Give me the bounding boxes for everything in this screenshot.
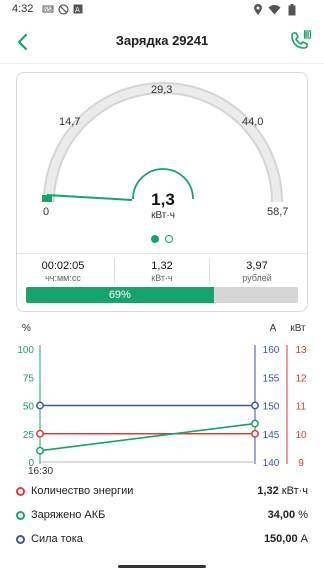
charge-progress-bar: 69%	[26, 287, 298, 303]
stat-cost-unit: рублей	[242, 273, 272, 283]
legend-battery-unit: %	[298, 509, 308, 521]
legend-current-label: Сила тока	[31, 533, 83, 545]
legend-energy-number: 1,32	[257, 485, 279, 497]
mid-axis-tick: 155	[263, 373, 280, 384]
mid-axis-tick: 140	[263, 458, 280, 469]
legend-energy-value: 1,32 кВт·ч	[257, 485, 308, 497]
legend-battery-value: 34,00 %	[268, 509, 308, 521]
stat-duration-unit: чч:мм:сс	[45, 273, 81, 283]
status-bar: 4:32 NSF A	[0, 0, 324, 18]
right-axis-tick: 11	[296, 402, 307, 413]
charging-card: 0 14,7 29,3 44,0 58,7 1,3 кВт·ч 00:02:05…	[16, 72, 308, 312]
navigation-bar	[0, 556, 324, 576]
wifi-icon	[268, 5, 281, 15]
gauge-track-inner	[45, 84, 281, 203]
legend-battery: Заряжено АКБ 34,00 %	[16, 507, 308, 527]
mid-axis-tick: 160	[263, 345, 280, 356]
left-axis-tick: 100	[17, 345, 34, 356]
legend-current: Сила тока 150,00 А	[16, 531, 308, 551]
stat-divider	[114, 258, 115, 284]
home-handle[interactable]	[118, 565, 206, 568]
left-axis-tick: 25	[23, 430, 35, 441]
phone-icon[interactable]	[288, 28, 316, 54]
legend-battery-label: Заряжено АКБ	[31, 509, 106, 521]
series-point-1-1	[251, 419, 259, 428]
left-axis-tick: 75	[23, 373, 35, 384]
series-point-2-0	[36, 401, 44, 410]
gauge-tick-2: 29,3	[151, 84, 173, 96]
app-bar: Зарядка 29241	[0, 18, 324, 64]
charge-chart: % АкВт100 160 1375 155 1250 150 1125 145 100 140 91…	[17, 323, 307, 477]
stat-duration: 00:02:05 чч:мм:сс	[17, 260, 109, 283]
mid-axis-tick: 145	[263, 430, 280, 441]
stat-energy-unit: кВт·ч	[151, 273, 173, 283]
left-axis-title: %	[22, 323, 31, 334]
page-title: Зарядка 29241	[115, 33, 209, 48]
series-point-1-0	[36, 446, 44, 455]
gauge-unit: кВт·ч	[151, 210, 175, 221]
series-point-0-1	[251, 429, 259, 438]
legend-energy-marker	[16, 487, 25, 496]
gauge-value: 1,3	[151, 190, 175, 209]
svg-text:A: A	[75, 6, 80, 14]
left-axis-tick: 50	[23, 402, 35, 413]
page-dot-1[interactable]	[151, 235, 159, 243]
stat-cost-value: 3,97	[246, 260, 268, 272]
stats-row: 00:02:05 чч:мм:сс 1,32 кВт·ч 3,97 рублей	[17, 253, 307, 285]
right-axis-title: кВт	[290, 323, 306, 334]
status-time: 4:32	[12, 3, 34, 15]
mid-axis-tick: 150	[263, 402, 280, 413]
gauge-track	[43, 82, 283, 203]
legend-current-value: 150,00 А	[264, 533, 308, 545]
gauge-tick-3: 44,0	[242, 116, 264, 128]
right-axis-tick: 10	[295, 430, 307, 441]
legend-current-unit: А	[300, 533, 308, 545]
right-axis-tick: 12	[295, 373, 307, 384]
legend-energy-unit: кВт·ч	[281, 485, 308, 497]
series-line-1	[39, 422, 256, 452]
app-a-icon: A	[73, 4, 83, 14]
gauge-min-label: 0	[43, 206, 50, 218]
stat-energy: 1,32 кВт·ч	[116, 260, 208, 283]
right-axis-tick: 9	[298, 458, 304, 469]
legend-battery-number: 34,00	[267, 509, 296, 521]
mid-axis-title: А	[270, 323, 277, 334]
gauge-tick-1: 14,7	[59, 116, 81, 128]
location-icon	[254, 4, 262, 15]
charge-progress-label: 69%	[108, 289, 131, 301]
stat-cost: 3,97 рублей	[211, 260, 303, 283]
gauge	[42, 82, 283, 203]
x-axis-start-label: 16:30	[28, 466, 53, 477]
series-point-0-0	[36, 429, 44, 438]
series-point-2-1	[251, 401, 259, 410]
legend-current-number: 150,00	[263, 533, 298, 545]
stat-divider	[209, 258, 210, 284]
stat-energy-value: 1,32	[151, 260, 173, 272]
gauge-max-label: 58,7	[267, 206, 289, 218]
svg-text:NSF: NSF	[44, 7, 54, 13]
blocked-icon	[58, 4, 69, 15]
right-axis-tick: 13	[295, 345, 307, 356]
page-dot-2[interactable]	[165, 235, 173, 243]
notification-icon: NSF	[42, 5, 54, 13]
legend-battery-marker	[16, 511, 25, 520]
page-indicator[interactable]	[17, 230, 307, 248]
legend-energy: Количество энергии 1,32 кВт·ч	[16, 483, 308, 503]
battery-icon	[288, 4, 296, 16]
legend-current-marker	[16, 535, 25, 544]
stat-duration-value: 00:02:05	[41, 260, 85, 272]
legend-energy-label: Количество энергии	[31, 485, 134, 497]
